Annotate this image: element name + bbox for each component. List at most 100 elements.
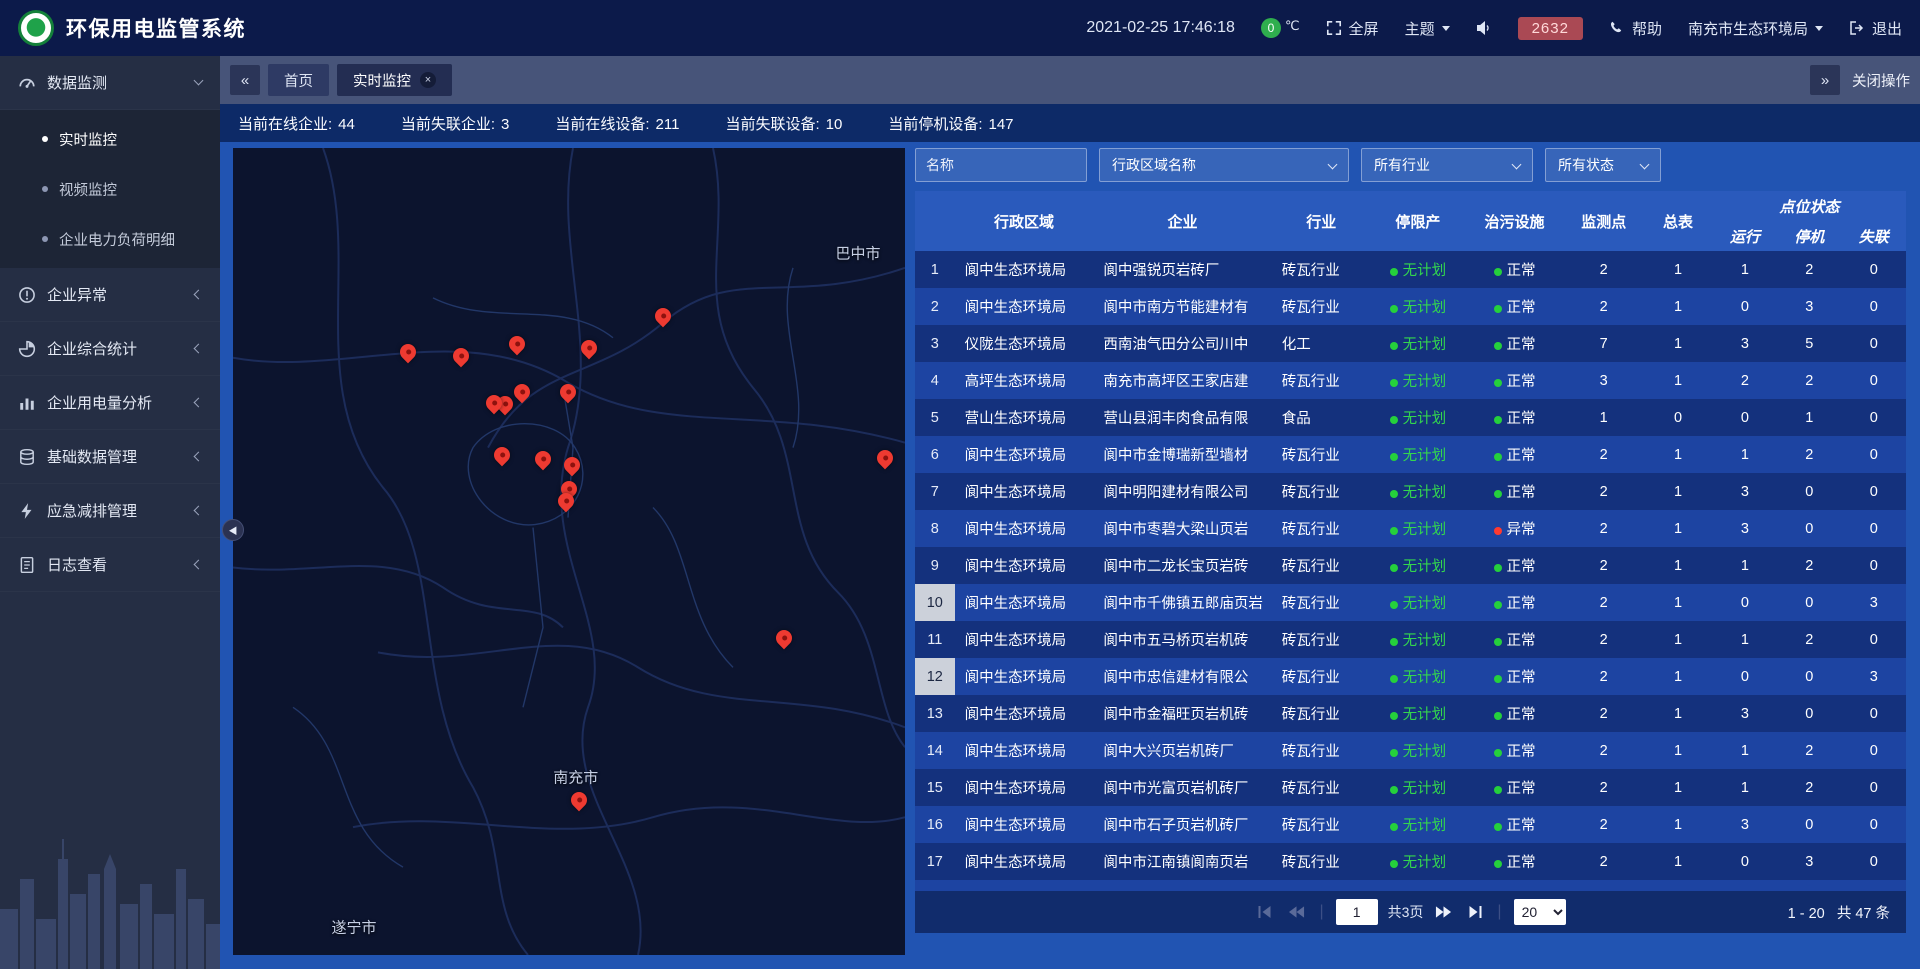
cell-facility: 正常 bbox=[1465, 658, 1564, 695]
logout-label: 退出 bbox=[1872, 18, 1902, 39]
cell-suspension: 无计划 bbox=[1371, 732, 1465, 769]
tabs-scroll-right-button[interactable]: » bbox=[1810, 65, 1840, 95]
region-filter-select[interactable]: 行政区域名称 bbox=[1099, 148, 1349, 182]
table-row[interactable]: 10阆中生态环境局阆中市千佛镇五郎庙页岩砖瓦行业无计划正常21003 bbox=[915, 584, 1906, 621]
sidebar-group-enterprise-power-analysis[interactable]: 企业用电量分析 bbox=[0, 376, 220, 430]
sidebar-item-realtime-monitoring[interactable]: 实时监控 bbox=[0, 114, 220, 164]
table-row[interactable]: 14阆中生态环境局阆中大兴页岩机砖厂砖瓦行业无计划正常21120 bbox=[915, 732, 1906, 769]
table-row[interactable]: 6阆中生态环境局阆中市金博瑞新型墙材砖瓦行业无计划正常21120 bbox=[915, 436, 1906, 473]
cell-lost: 0 bbox=[1842, 547, 1906, 584]
map-pin[interactable] bbox=[556, 381, 579, 404]
map-pin[interactable] bbox=[652, 304, 675, 327]
cell-industry: 砖瓦行业 bbox=[1272, 769, 1371, 806]
map-pin[interactable] bbox=[532, 448, 555, 471]
table-row[interactable]: 3仪陇生态环境局西南油气田分公司川中化工无计划正常71350 bbox=[915, 325, 1906, 362]
row-index: 7 bbox=[915, 473, 955, 510]
tab-home[interactable]: 首页 bbox=[268, 64, 329, 96]
first-page-button[interactable] bbox=[1255, 903, 1276, 921]
help-button[interactable]: 帮助 bbox=[1609, 18, 1662, 39]
cell-lost: 0 bbox=[1842, 732, 1906, 769]
sidebar-item-enterprise-power-load-detail[interactable]: 企业电力负荷明细 bbox=[0, 214, 220, 264]
cell-stop: 2 bbox=[1777, 362, 1841, 399]
logout-button[interactable]: 退出 bbox=[1849, 18, 1902, 39]
tabs-container: 首页 实时监控 × bbox=[268, 64, 1802, 96]
col-header-total: 总表 bbox=[1643, 191, 1712, 251]
stat-value: 44 bbox=[338, 116, 355, 133]
page-size-select[interactable]: 20 bbox=[1514, 899, 1566, 925]
cell-industry: 砖瓦行业 bbox=[1272, 510, 1371, 547]
table-row[interactable]: 4高坪生态环境局南充市高坪区王家店建砖瓦行业无计划正常31220 bbox=[915, 362, 1906, 399]
map-pin[interactable] bbox=[568, 788, 591, 811]
tabs-scroll-left-button[interactable]: « bbox=[230, 65, 260, 95]
cell-points: 2 bbox=[1564, 769, 1643, 806]
cell-region: 阆中生态环境局 bbox=[955, 436, 1094, 473]
status-dot-icon bbox=[1390, 379, 1398, 387]
tab-label: 实时监控 bbox=[353, 70, 411, 91]
sidebar-group-base-data-management[interactable]: 基础数据管理 bbox=[0, 430, 220, 484]
table-row[interactable]: 5营山生态环境局营山县润丰肉食品有限食品无计划正常10010 bbox=[915, 399, 1906, 436]
table-row[interactable]: 13阆中生态环境局阆中市金福旺页岩机砖砖瓦行业无计划正常21300 bbox=[915, 695, 1906, 732]
sidebar-group-enterprise-statistics[interactable]: 企业综合统计 bbox=[0, 322, 220, 376]
table-row[interactable]: 12阆中生态环境局阆中市忠信建材有限公砖瓦行业无计划正常21003 bbox=[915, 658, 1906, 695]
cell-total: 1 bbox=[1643, 732, 1712, 769]
cell-points: 2 bbox=[1564, 288, 1643, 325]
status-filter-select[interactable]: 所有状态 bbox=[1545, 148, 1661, 182]
map-pin[interactable] bbox=[578, 336, 601, 359]
table-row[interactable]: 18南部生态环境局南部县雄狮水泥有限公建材|水泥无计划正常51600 bbox=[915, 880, 1906, 891]
table-header: 行政区域 企业 行业 停限产 治污设施 监测点 总表 点位状态 bbox=[915, 191, 1906, 251]
close-operations-button[interactable]: 关闭操作 bbox=[1852, 70, 1910, 91]
map-pin[interactable] bbox=[396, 341, 419, 364]
sidebar-group-enterprise-abnormal[interactable]: 企业异常 bbox=[0, 268, 220, 322]
sidebar-group-data-monitoring[interactable]: 数据监测 bbox=[0, 56, 220, 110]
table-row[interactable]: 16阆中生态环境局阆中市石子页岩机砖厂砖瓦行业无计划正常21300 bbox=[915, 806, 1906, 843]
pie-chart-icon bbox=[18, 340, 36, 358]
status-dot-icon bbox=[1494, 527, 1502, 535]
industry-filter-select[interactable]: 所有行业 bbox=[1361, 148, 1533, 182]
industry-filter-value: 所有行业 bbox=[1374, 155, 1430, 175]
sidebar-group-log-view[interactable]: 日志查看 bbox=[0, 538, 220, 592]
table-row[interactable]: 17阆中生态环境局阆中市江南镇阆南页岩砖瓦行业无计划正常21030 bbox=[915, 843, 1906, 880]
page-number-input[interactable] bbox=[1336, 899, 1378, 925]
name-filter-input[interactable] bbox=[915, 148, 1087, 182]
tab-realtime-monitoring[interactable]: 实时监控 × bbox=[337, 64, 452, 96]
table-row[interactable]: 9阆中生态环境局阆中市二龙长宝页岩砖砖瓦行业无计划正常21120 bbox=[915, 547, 1906, 584]
table-row[interactable]: 8阆中生态环境局阆中市枣碧大梁山页岩砖瓦行业无计划异常21300 bbox=[915, 510, 1906, 547]
table-row[interactable]: 15阆中生态环境局阆中市光富页岩机砖厂砖瓦行业无计划正常21120 bbox=[915, 769, 1906, 806]
map-pin[interactable] bbox=[874, 447, 897, 470]
org-menu[interactable]: 南充市生态环境局 bbox=[1688, 18, 1823, 39]
map-pin[interactable] bbox=[511, 381, 534, 404]
last-page-button[interactable] bbox=[1464, 903, 1485, 921]
map-panel[interactable]: 巴中市南充市遂宁市 bbox=[233, 148, 905, 955]
logout-icon bbox=[1849, 20, 1865, 36]
chevron-left-icon bbox=[194, 398, 204, 408]
map-pin[interactable] bbox=[561, 454, 584, 477]
cell-enterprise: 阆中市南方节能建材有 bbox=[1093, 288, 1271, 325]
map-pin[interactable] bbox=[773, 627, 796, 650]
cell-suspension: 无计划 bbox=[1371, 695, 1465, 732]
map-pin[interactable] bbox=[490, 444, 513, 467]
table-row[interactable]: 7阆中生态环境局阆中明阳建材有限公司砖瓦行业无计划正常21300 bbox=[915, 473, 1906, 510]
map-pin[interactable] bbox=[506, 332, 529, 355]
previous-page-button[interactable] bbox=[1286, 903, 1307, 921]
database-icon bbox=[18, 448, 36, 466]
chevron-down-icon bbox=[1640, 159, 1650, 169]
row-index: 1 bbox=[915, 251, 955, 288]
cell-lost: 0 bbox=[1842, 251, 1906, 288]
table-row[interactable]: 1阆中生态环境局阆中强锐页岩砖厂砖瓦行业无计划正常21120 bbox=[915, 251, 1906, 288]
announcement-button[interactable] bbox=[1476, 20, 1492, 36]
fullscreen-button[interactable]: 全屏 bbox=[1326, 18, 1379, 39]
cell-run: 1 bbox=[1713, 251, 1777, 288]
tab-close-icon[interactable]: × bbox=[420, 72, 436, 88]
map-pin[interactable] bbox=[450, 345, 473, 368]
sidebar-group-label: 企业异常 bbox=[47, 284, 184, 305]
sidebar-item-video-monitoring[interactable]: 视频监控 bbox=[0, 164, 220, 214]
theme-menu[interactable]: 主题 bbox=[1405, 18, 1450, 39]
sidebar-group-emergency-reduction[interactable]: 应急减排管理 bbox=[0, 484, 220, 538]
cell-lost: 0 bbox=[1842, 510, 1906, 547]
table-row[interactable]: 11阆中生态环境局阆中市五马桥页岩机砖砖瓦行业无计划正常21120 bbox=[915, 621, 1906, 658]
next-page-button[interactable] bbox=[1433, 903, 1454, 921]
table-row[interactable]: 2阆中生态环境局阆中市南方节能建材有砖瓦行业无计划正常21030 bbox=[915, 288, 1906, 325]
cell-run: 3 bbox=[1713, 473, 1777, 510]
enterprise-table: 行政区域 企业 行业 停限产 治污设施 监测点 总表 点位状态 bbox=[915, 191, 1906, 891]
cell-facility: 正常 bbox=[1465, 584, 1564, 621]
